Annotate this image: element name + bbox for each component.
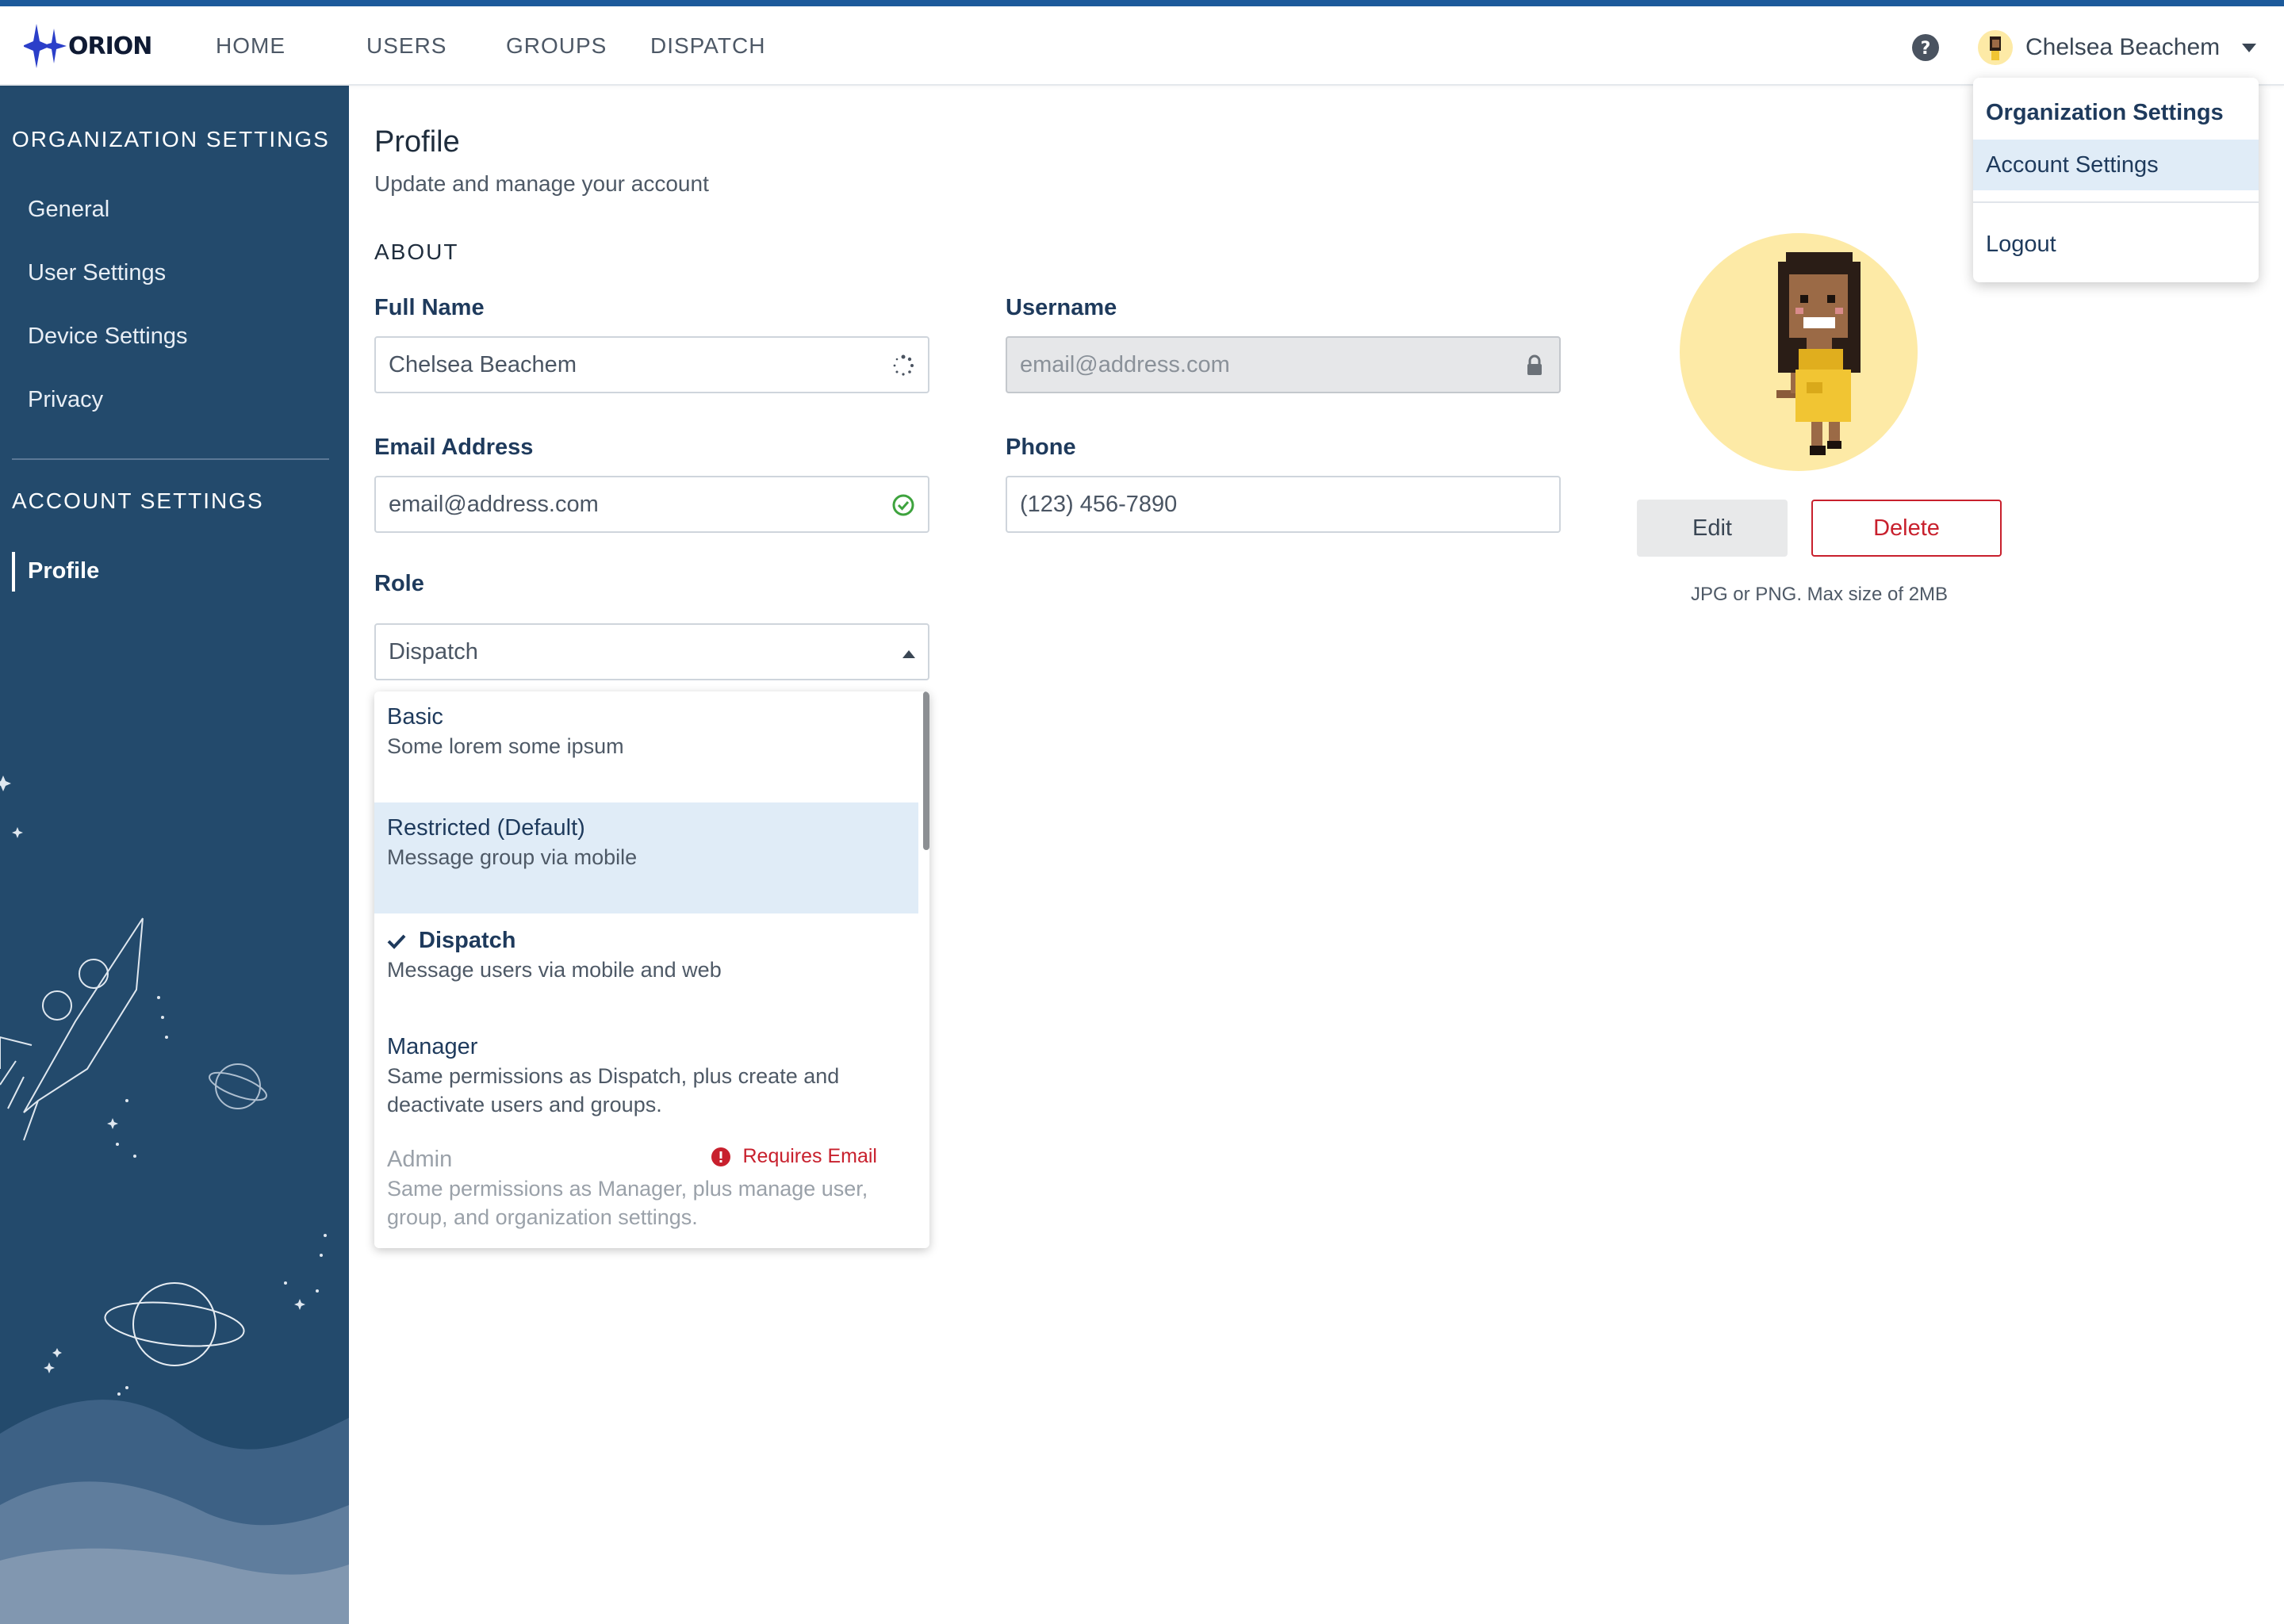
role-select[interactable]: Dispatch <box>374 623 929 680</box>
role-option-dispatch[interactable]: Dispatch Message users via mobile and we… <box>374 914 918 1025</box>
dropdown-scrollbar[interactable] <box>923 691 929 850</box>
username-placeholder: email@address.com <box>1020 351 1230 377</box>
loading-spinner-icon <box>893 354 914 376</box>
username-field: email@address.com <box>1006 336 1561 393</box>
full-name-label: Full Name <box>374 295 485 320</box>
alert-icon <box>711 1147 731 1166</box>
lock-icon <box>1527 354 1542 375</box>
role-option-restricted[interactable]: Restricted (Default) Message group via m… <box>374 802 918 914</box>
logo-text: ORION <box>68 32 152 60</box>
top-accent-stripe <box>0 0 2284 6</box>
delete-avatar-button[interactable]: Delete <box>1811 500 2002 557</box>
checkmark-icon <box>387 934 406 949</box>
top-navigation-bar: ORION HOME USERS GROUPS DISPATCH ? Chels… <box>0 6 2284 86</box>
main-nav: HOME USERS GROUPS DISPATCH <box>216 6 765 86</box>
pixel-avatar-image <box>1776 252 1861 455</box>
role-option-title-row: Dispatch <box>387 928 918 954</box>
sidebar-item-device-settings[interactable]: Device Settings <box>28 324 188 350</box>
profile-avatar <box>1680 233 1918 471</box>
phone-label: Phone <box>1006 435 1076 460</box>
role-option-title: Basic <box>387 704 443 730</box>
star-logo-icon <box>24 24 67 68</box>
space-illustration <box>0 776 349 1624</box>
active-indicator <box>12 552 15 592</box>
role-option-title: Manager <box>387 1034 478 1059</box>
help-icon[interactable]: ? <box>1911 33 1940 62</box>
menu-item-logout[interactable]: Logout <box>1973 219 2259 270</box>
sidebar-divider <box>12 458 329 460</box>
page-title: Profile <box>374 125 460 159</box>
user-menu-toggle[interactable]: Chelsea Beachem <box>1978 29 2257 67</box>
full-name-field[interactable]: Chelsea Beachem <box>374 336 929 393</box>
full-name-value: Chelsea Beachem <box>389 351 577 377</box>
role-option-desc: Message users via mobile and web <box>387 958 722 982</box>
role-option-basic[interactable]: Basic Some lorem some ipsum <box>374 691 918 802</box>
nav-groups[interactable]: GROUPS <box>506 33 650 59</box>
menu-item-account-settings[interactable]: Account Settings <box>1973 140 2259 190</box>
role-option-admin: Admin Same permissions as Manager, plus … <box>374 1137 918 1248</box>
svg-text:?: ? <box>1921 39 1931 59</box>
settings-sidebar: ORGANIZATION SETTINGS General User Setti… <box>0 86 349 1624</box>
role-label: Role <box>374 571 424 596</box>
avatar-file-hint: JPG or PNG. Max size of 2MB <box>1690 584 1949 605</box>
sidebar-item-user-settings[interactable]: User Settings <box>28 260 166 286</box>
profile-page: Profile Update and manage your account A… <box>349 86 2284 1624</box>
page-subtitle: Update and manage your account <box>374 171 709 196</box>
user-avatar <box>1978 30 2013 65</box>
menu-item-organization-settings[interactable]: Organization Settings <box>1973 87 2259 138</box>
sidebar-item-privacy[interactable]: Privacy <box>28 387 103 413</box>
menu-divider <box>1973 201 2259 203</box>
orion-logo[interactable]: ORION <box>24 21 152 71</box>
edit-avatar-button[interactable]: Edit <box>1637 500 1788 557</box>
email-placeholder: email@address.com <box>389 491 599 517</box>
role-option-desc: Some lorem some ipsum <box>387 734 624 758</box>
requires-email-text: Requires Email <box>742 1145 877 1167</box>
role-options-list: Basic Some lorem some ipsum Restricted (… <box>374 691 929 1248</box>
account-dropdown-menu: Organization Settings Account Settings L… <box>1973 78 2259 282</box>
user-name: Chelsea Beachem <box>2025 34 2221 60</box>
requires-email-warning: Requires Email <box>711 1145 877 1168</box>
role-option-desc: Message group via mobile <box>387 845 638 869</box>
phone-field[interactable]: (123) 456-7890 <box>1006 476 1561 533</box>
email-label: Email Address <box>374 435 534 460</box>
role-option-desc: Same permissions as Manager, plus manage… <box>387 1177 868 1229</box>
sidebar-item-general[interactable]: General <box>28 197 109 223</box>
nav-users[interactable]: USERS <box>366 33 506 59</box>
role-option-title: Restricted (Default) <box>387 815 585 841</box>
nav-home[interactable]: HOME <box>216 33 366 59</box>
section-about-label: ABOUT <box>374 239 459 264</box>
email-field[interactable]: email@address.com <box>374 476 929 533</box>
phone-placeholder: (123) 456-7890 <box>1020 491 1178 517</box>
org-settings-heading: ORGANIZATION SETTINGS <box>12 127 330 151</box>
nav-dispatch[interactable]: DISPATCH <box>650 33 765 59</box>
role-option-manager[interactable]: Manager Same permissions as Dispatch, pl… <box>374 1025 918 1137</box>
role-option-title: Dispatch <box>419 928 516 953</box>
chevron-up-icon <box>902 650 915 658</box>
role-option-desc: Same permissions as Dispatch, plus creat… <box>387 1064 840 1116</box>
username-label: Username <box>1006 295 1117 320</box>
account-settings-heading: ACCOUNT SETTINGS <box>12 488 264 513</box>
check-circle-icon <box>892 494 914 516</box>
sidebar-item-profile[interactable]: Profile <box>28 558 99 584</box>
role-select-value: Dispatch <box>389 638 478 665</box>
chevron-down-icon <box>2242 43 2257 52</box>
